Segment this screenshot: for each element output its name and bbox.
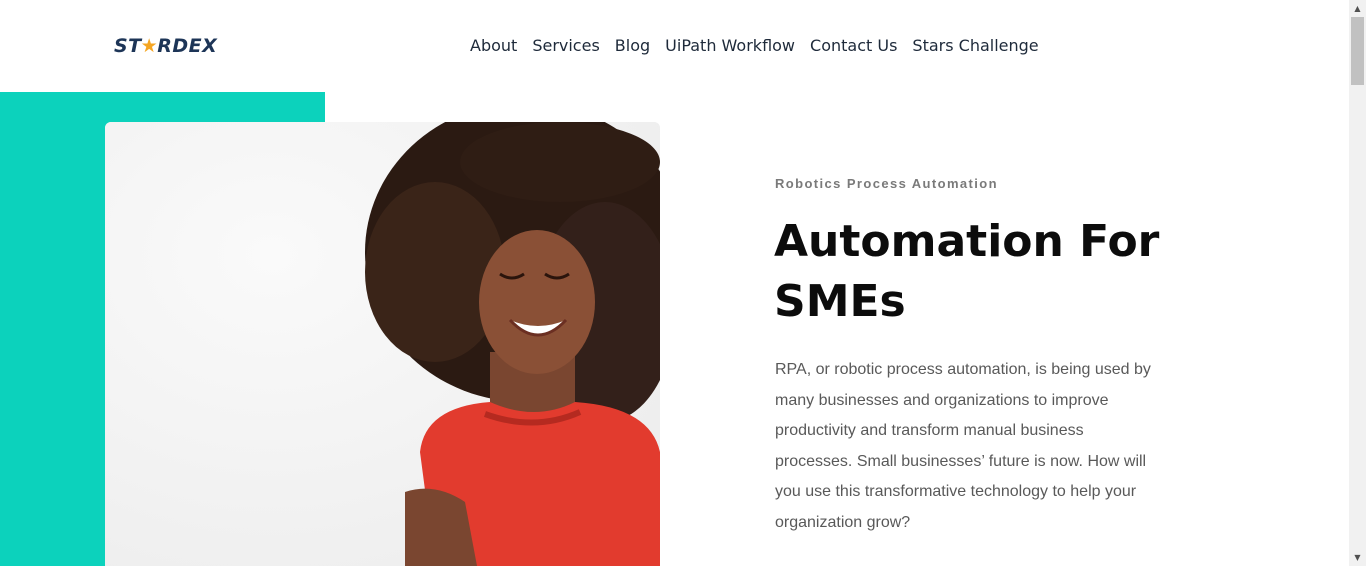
- nav-link-stars-challenge[interactable]: Stars Challenge: [912, 33, 1038, 59]
- smiling-woman-illustration: [105, 122, 660, 566]
- site-header: ST ★ RDEX About Services Blog UiPath Workf…: [0, 0, 1349, 92]
- nav-link-about[interactable]: About: [470, 33, 517, 59]
- chevron-down-icon[interactable]: ▼: [1349, 549, 1366, 566]
- hero-photo: [105, 122, 660, 566]
- hero-body: RPA, or robotic process automation, is b…: [775, 361, 1151, 531]
- scrollbar-thumb[interactable]: [1351, 17, 1364, 85]
- logo-text-suffix: RDEX: [157, 35, 218, 57]
- nav-link-blog[interactable]: Blog: [615, 33, 650, 59]
- logo-text-prefix: ST: [114, 35, 142, 57]
- main-navigation: About Services Blog UiPath Workflow Cont…: [470, 33, 1039, 59]
- hero-eyebrow: Robotics Process Automation: [775, 176, 998, 191]
- nav-link-contact-us[interactable]: Contact Us: [810, 33, 897, 59]
- chevron-up-icon[interactable]: ▲: [1349, 0, 1366, 17]
- star-icon: ★: [140, 35, 159, 57]
- stardex-logo[interactable]: ST ★ RDEX: [114, 33, 217, 59]
- page-scrollbar[interactable]: ▲ ▼: [1349, 0, 1366, 566]
- headline-line-2: SMEs: [774, 276, 906, 327]
- hero-headline: Automation For SMEs: [774, 212, 1194, 332]
- headline-line-1: Automation For: [774, 216, 1160, 267]
- nav-link-services[interactable]: Services: [532, 33, 599, 59]
- nav-link-uipath-workflow[interactable]: UiPath Workflow: [665, 33, 795, 59]
